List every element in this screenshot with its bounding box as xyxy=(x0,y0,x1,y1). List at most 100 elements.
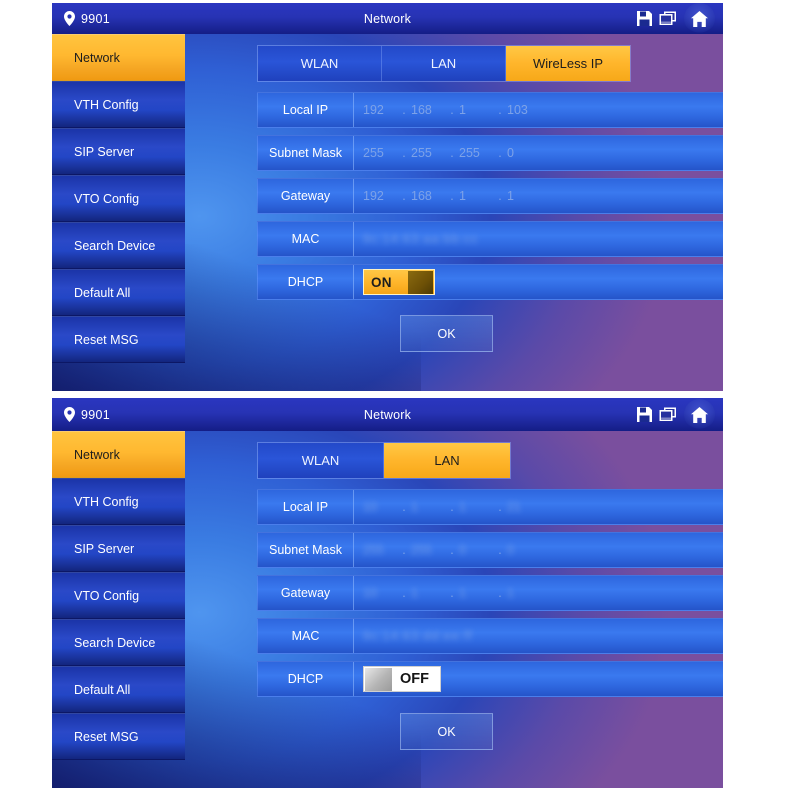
sidebar-item-reset-msg[interactable]: Reset MSG xyxy=(52,713,185,760)
tab-bar: WLAN LAN xyxy=(257,442,511,479)
sidebar-item-vto-config[interactable]: VTO Config xyxy=(52,175,185,222)
sidebar-item-vth-config[interactable]: VTH Config xyxy=(52,81,185,128)
gateway-input[interactable]: 192. 168. 1. 1 xyxy=(354,179,723,213)
content-area: WLAN LAN WireLess IP Local IP 192. 168. 1.… xyxy=(185,34,723,391)
sidebar-item-search-device[interactable]: Search Device xyxy=(52,619,185,666)
octet-3[interactable]: 1 xyxy=(459,500,493,514)
octet-1[interactable]: 192 xyxy=(363,189,397,203)
save-icon[interactable] xyxy=(637,11,652,26)
dhcp-toggle[interactable]: OFF xyxy=(363,666,441,692)
screens-icon[interactable] xyxy=(659,407,677,422)
octet-4[interactable]: 21 xyxy=(507,500,541,514)
title-bar-icons xyxy=(637,398,715,431)
dhcp-toggle-knob[interactable] xyxy=(365,667,392,691)
sidebar-item-label: VTH Config xyxy=(74,494,139,509)
octet-4[interactable]: 1 xyxy=(507,586,541,600)
subnet-mask-input[interactable]: 255. 255. 255. 0 xyxy=(354,136,723,170)
sidebar-item-vth-config[interactable]: VTH Config xyxy=(52,478,185,525)
tab-label: LAN xyxy=(434,453,460,468)
local-ip-input[interactable]: 10. 1. 1. 21 xyxy=(354,490,723,524)
octet-3[interactable]: 1 xyxy=(459,103,493,117)
tab-wlan[interactable]: WLAN xyxy=(258,443,384,478)
field-row-subnet-mask: Subnet Mask 255. 255. 255. 0 xyxy=(257,135,723,171)
octet-1[interactable]: 10 xyxy=(363,586,397,600)
octet-4[interactable]: 0 xyxy=(507,146,541,160)
octet-2[interactable]: 255 xyxy=(411,146,445,160)
title-bar-icons xyxy=(637,3,715,34)
ok-button-label: OK xyxy=(437,326,456,341)
octet-4[interactable]: 1 xyxy=(507,189,541,203)
tab-label: WireLess IP xyxy=(532,56,604,71)
octet-dot: . xyxy=(450,189,454,203)
page-title: Network xyxy=(363,11,412,26)
sidebar-item-sip-server[interactable]: SIP Server xyxy=(52,128,185,175)
octet-1[interactable]: 255 xyxy=(363,543,397,557)
dhcp-toggle-knob[interactable] xyxy=(408,270,433,294)
tab-wlan[interactable]: WLAN xyxy=(258,46,382,81)
octet-4[interactable]: 0 xyxy=(507,543,541,557)
field-row-gateway: Gateway 10. 1. 1. 1 xyxy=(257,575,723,611)
octet-2[interactable]: 1 xyxy=(411,586,445,600)
device-panel-wireless-ip: 9901 Network Network VTH Config SIP Serv… xyxy=(52,3,723,391)
octet-2[interactable]: 1 xyxy=(411,500,445,514)
field-row-mac: MAC 9c:14:63:aa:bb:cc xyxy=(257,221,723,257)
sidebar-item-network[interactable]: Network xyxy=(52,34,185,81)
octet-dot: . xyxy=(498,586,502,600)
tab-lan[interactable]: LAN xyxy=(382,46,506,81)
tab-label: WLAN xyxy=(300,56,339,71)
sidebar-item-network[interactable]: Network xyxy=(52,431,185,478)
subnet-mask-input[interactable]: 255. 255. 0. 0 xyxy=(354,533,723,567)
sidebar-item-default-all[interactable]: Default All xyxy=(52,666,185,713)
octet-dot: . xyxy=(498,189,502,203)
field-label: MAC xyxy=(258,619,354,653)
sidebar: Network VTH Config SIP Server VTO Config… xyxy=(52,431,185,788)
sidebar-item-search-device[interactable]: Search Device xyxy=(52,222,185,269)
sidebar-item-label: Reset MSG xyxy=(74,332,139,347)
home-button[interactable] xyxy=(684,399,715,430)
octet-3[interactable]: 1 xyxy=(459,189,493,203)
octet-dot: . xyxy=(450,500,454,514)
sidebar-item-vto-config[interactable]: VTO Config xyxy=(52,572,185,619)
ok-button[interactable]: OK xyxy=(400,315,493,352)
field-label: MAC xyxy=(258,222,354,256)
dhcp-cell: ON xyxy=(354,265,723,299)
sidebar-item-label: Network xyxy=(74,50,120,65)
home-icon xyxy=(691,10,708,27)
tab-wireless-ip[interactable]: WireLess IP xyxy=(506,46,630,81)
octet-1[interactable]: 192 xyxy=(363,103,397,117)
screens-icon[interactable] xyxy=(659,11,677,26)
octet-1[interactable]: 10 xyxy=(363,500,397,514)
octet-dot: . xyxy=(402,586,406,600)
home-button[interactable] xyxy=(684,3,715,34)
octet-dot: . xyxy=(402,189,406,203)
field-row-local-ip: Local IP 192. 168. 1. 103 xyxy=(257,92,723,128)
sidebar-item-sip-server[interactable]: SIP Server xyxy=(52,525,185,572)
field-row-dhcp: DHCP ON xyxy=(257,264,723,300)
sidebar-item-label: Default All xyxy=(74,682,131,697)
gateway-input[interactable]: 10. 1. 1. 1 xyxy=(354,576,723,610)
field-row-mac: MAC 9c:14:63:dd:ee:ff xyxy=(257,618,723,654)
octet-4[interactable]: 103 xyxy=(507,103,541,117)
octet-1[interactable]: 255 xyxy=(363,146,397,160)
octet-2[interactable]: 168 xyxy=(411,189,445,203)
save-icon[interactable] xyxy=(637,407,652,422)
octet-3[interactable]: 255 xyxy=(459,146,493,160)
octet-2[interactable]: 168 xyxy=(411,103,445,117)
field-label: Local IP xyxy=(258,93,354,127)
tab-lan[interactable]: LAN xyxy=(384,443,510,478)
octet-3[interactable]: 1 xyxy=(459,586,493,600)
local-ip-input[interactable]: 192. 168. 1. 103 xyxy=(354,93,723,127)
ok-button[interactable]: OK xyxy=(400,713,493,750)
sidebar-item-label: Default All xyxy=(74,285,131,300)
octet-3[interactable]: 0 xyxy=(459,543,493,557)
sidebar-item-default-all[interactable]: Default All xyxy=(52,269,185,316)
octet-dot: . xyxy=(498,103,502,117)
octet-2[interactable]: 255 xyxy=(411,543,445,557)
field-label: DHCP xyxy=(258,662,354,696)
network-fields: Local IP 10. 1. 1. 21 Subnet Mask 255. 255. 0… xyxy=(257,489,723,704)
dhcp-toggle[interactable]: ON xyxy=(363,269,435,295)
page-title: Network xyxy=(363,407,412,422)
sidebar-item-reset-msg[interactable]: Reset MSG xyxy=(52,316,185,363)
dhcp-toggle-label: ON xyxy=(371,274,392,290)
sidebar-item-label: Search Device xyxy=(74,635,156,650)
